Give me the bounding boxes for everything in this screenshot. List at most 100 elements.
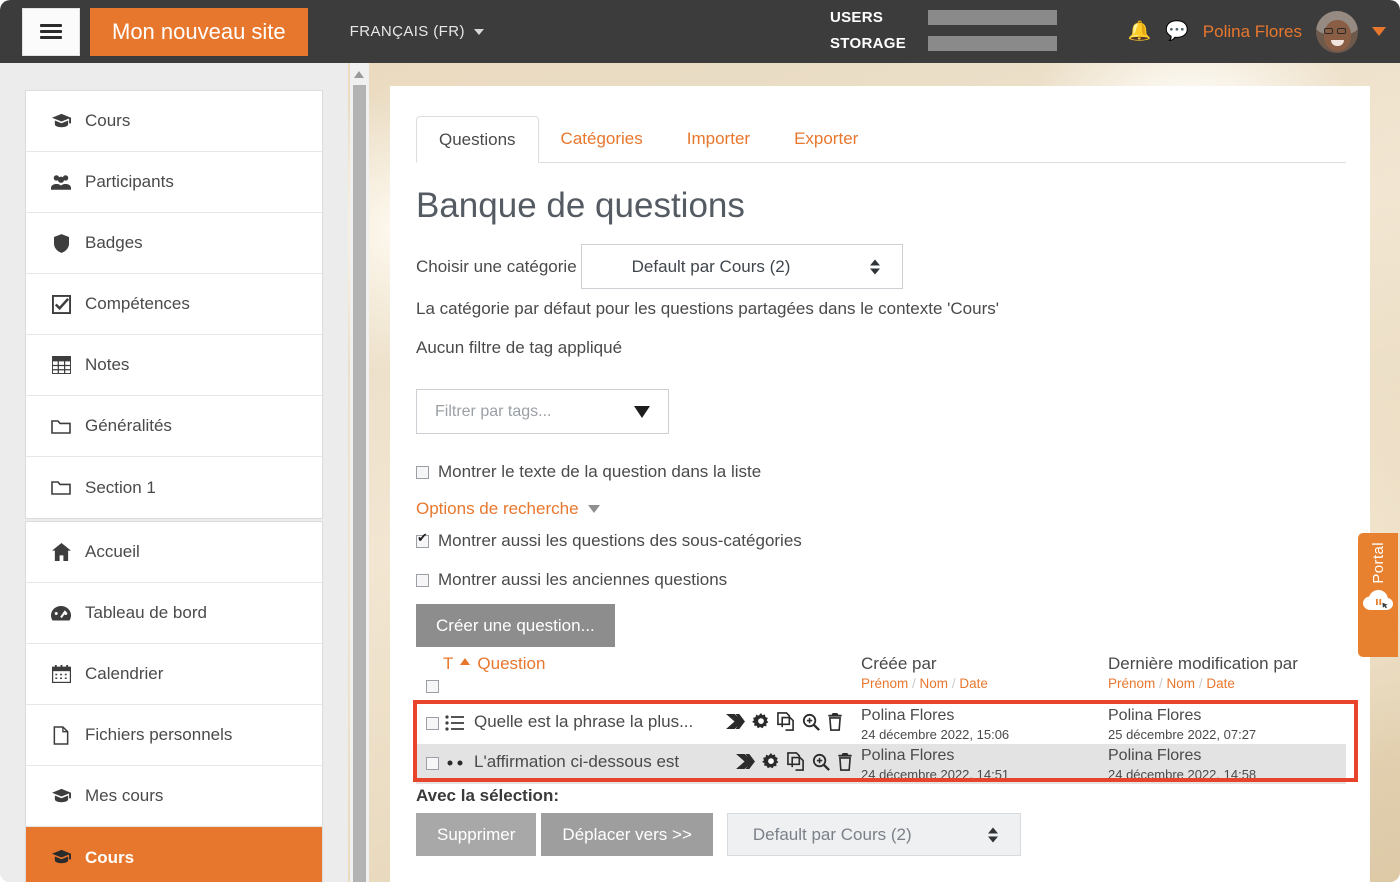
sidebar-item-section-1[interactable]: Section 1 xyxy=(26,457,322,518)
graduation-cap-icon xyxy=(50,787,72,806)
sort-controls[interactable]: T Question xyxy=(443,654,545,674)
sidebar-item-label: Cours xyxy=(85,847,135,867)
sidebar-item-label: Généralités xyxy=(85,416,172,435)
portal-side-tab[interactable]: Portal xyxy=(1358,533,1398,657)
created-date: 24 décembre 2022, 15:06 xyxy=(861,727,1010,742)
user-name-link[interactable]: Polina Flores xyxy=(1203,22,1302,42)
user-menu-caret-icon[interactable] xyxy=(1372,27,1386,36)
sort-ascending-icon[interactable] xyxy=(460,658,471,665)
sidebar-item-notes[interactable]: Notes xyxy=(26,335,322,396)
sort-firstname-link[interactable]: Prénom xyxy=(861,676,908,691)
site-title-link[interactable]: Mon nouveau site xyxy=(90,7,308,56)
hamburger-menu-button[interactable] xyxy=(22,7,80,56)
language-selector[interactable]: FRANÇAIS (FR) xyxy=(350,23,484,40)
graduation-cap-icon xyxy=(50,112,72,131)
row-select-checkbox[interactable] xyxy=(426,717,439,730)
questions-table: T Question Créée par Prénom / Nom / Date… xyxy=(416,654,1346,784)
show-subcategories-label: Montrer aussi les questions des sous-cat… xyxy=(438,531,802,550)
sidebar-item-cours-active[interactable]: Cours xyxy=(26,827,322,882)
table-row[interactable]: L'affirmation ci-dessous est Polina Flor… xyxy=(416,744,1346,784)
bell-icon[interactable]: 🔔 xyxy=(1127,22,1151,41)
tab-exporter[interactable]: Exporter xyxy=(772,115,880,162)
sidebar-item-participants[interactable]: Participants xyxy=(26,152,322,213)
sort-type-label[interactable]: T xyxy=(443,654,453,674)
show-subcategories-checkbox[interactable] xyxy=(416,531,429,548)
sort-lastname-link[interactable]: Nom xyxy=(920,676,949,691)
table-grid-icon xyxy=(50,356,72,374)
sidebar-item-tableau-de-bord[interactable]: Tableau de bord xyxy=(26,583,322,644)
portal-tab-label: Portal xyxy=(1369,542,1387,584)
select-arrows-icon xyxy=(869,259,880,274)
created-by-name: Polina Flores xyxy=(861,747,955,764)
hamburger-icon xyxy=(40,21,62,42)
sidebar-item-competences[interactable]: Compétences xyxy=(26,274,322,335)
check-square-icon xyxy=(50,294,72,314)
avatar[interactable] xyxy=(1316,10,1358,53)
show-question-text-checkbox[interactable] xyxy=(416,465,429,479)
gear-icon[interactable] xyxy=(752,712,770,731)
preview-magnifier-icon[interactable] xyxy=(802,713,820,731)
folder-icon xyxy=(50,479,72,496)
tag-filter-placeholder: Filtrer par tags... xyxy=(435,402,552,420)
tab-categories[interactable]: Catégories xyxy=(539,115,665,162)
storage-meter-track xyxy=(928,36,1057,51)
row-select-checkbox[interactable] xyxy=(426,757,439,770)
sort-firstname-link[interactable]: Prénom xyxy=(1108,676,1155,691)
question-title[interactable]: Quelle est la phrase la plus... xyxy=(474,712,693,732)
category-select[interactable]: Default par Cours (2) xyxy=(580,244,903,289)
sort-date-link[interactable]: Date xyxy=(1206,676,1235,691)
sidebar-item-generalites[interactable]: Généralités xyxy=(26,396,322,457)
column-modified-by: Dernière modification par Prénom / Nom /… xyxy=(1108,654,1298,691)
create-question-button[interactable]: Créer une question... xyxy=(416,604,615,647)
duplicate-icon[interactable] xyxy=(777,712,795,731)
tag-icon[interactable] xyxy=(736,753,755,770)
tab-questions[interactable]: Questions xyxy=(416,116,539,163)
sidebar-item-cours[interactable]: Cours xyxy=(26,91,322,152)
chevron-down-icon xyxy=(473,28,484,35)
sidebar-item-label: Tableau de bord xyxy=(85,603,207,622)
move-target-value: Default par Cours (2) xyxy=(752,824,912,844)
sort-question-label[interactable]: Question xyxy=(477,654,545,674)
sidebar-item-mes-cours[interactable]: Mes cours xyxy=(26,766,322,827)
category-description: La catégorie par défaut pour les questio… xyxy=(416,299,999,318)
app-root: Mon nouveau site FRANÇAIS (FR) USERS STO… xyxy=(0,0,1400,882)
question-bank-tabs: Questions Catégories Importer Exporter xyxy=(416,116,1346,163)
category-chooser-row: Choisir une catégorie Default par Cours … xyxy=(416,244,903,289)
duplicate-icon[interactable] xyxy=(787,752,805,771)
gear-icon[interactable] xyxy=(762,752,780,771)
sidebar-item-badges[interactable]: Badges xyxy=(26,213,322,274)
modified-by-sort-links[interactable]: Prénom / Nom / Date xyxy=(1108,676,1298,691)
chat-bubble-icon[interactable]: 💬 xyxy=(1165,22,1189,41)
scroll-up-arrow-icon[interactable] xyxy=(354,71,364,78)
show-question-text-row[interactable]: Montrer le texte de la question dans la … xyxy=(416,462,761,482)
trash-icon[interactable] xyxy=(837,752,853,771)
sidebar-item-fichiers-personnels[interactable]: Fichiers personnels xyxy=(26,705,322,766)
delete-button[interactable]: Supprimer xyxy=(416,813,537,856)
select-all-checkbox[interactable] xyxy=(426,680,439,693)
show-subcategories-row[interactable]: Montrer aussi les questions des sous-cat… xyxy=(416,531,802,551)
tag-filter-input[interactable]: Filtrer par tags... xyxy=(416,389,669,434)
show-old-questions-checkbox[interactable] xyxy=(416,573,429,587)
modified-date: 25 décembre 2022, 07:27 xyxy=(1108,727,1257,742)
created-by-sort-links[interactable]: Prénom / Nom / Date xyxy=(861,676,988,691)
sort-date-link[interactable]: Date xyxy=(959,676,988,691)
sidebar-item-accueil[interactable]: Accueil xyxy=(26,522,322,583)
table-row[interactable]: Quelle est la phrase la plus... Polina F… xyxy=(416,704,1346,744)
column-created-by-label: Créée par xyxy=(861,654,937,673)
row-action-icons xyxy=(726,712,843,731)
question-title[interactable]: L'affirmation ci-dessous est xyxy=(474,752,679,772)
sidebar-group-global: Accueil Tableau de bord Calendrier Fichi… xyxy=(25,521,323,882)
tag-icon[interactable] xyxy=(726,713,745,730)
preview-magnifier-icon[interactable] xyxy=(812,753,830,771)
with-selection-label: Avec la sélection: xyxy=(416,786,559,805)
move-target-select[interactable]: Default par Cours (2) xyxy=(726,813,1021,856)
tab-importer[interactable]: Importer xyxy=(665,115,772,162)
sort-lastname-link[interactable]: Nom xyxy=(1167,676,1196,691)
trash-icon[interactable] xyxy=(827,712,843,731)
scrollbar-thumb[interactable] xyxy=(353,85,366,882)
sidebar-scrollbar[interactable] xyxy=(350,63,369,882)
sidebar-item-calendrier[interactable]: Calendrier xyxy=(26,644,322,705)
show-old-questions-row[interactable]: Montrer aussi les anciennes questions xyxy=(416,570,727,590)
move-to-button[interactable]: Déplacer vers >> xyxy=(541,813,713,856)
search-options-toggle[interactable]: Options de recherche xyxy=(416,499,600,519)
